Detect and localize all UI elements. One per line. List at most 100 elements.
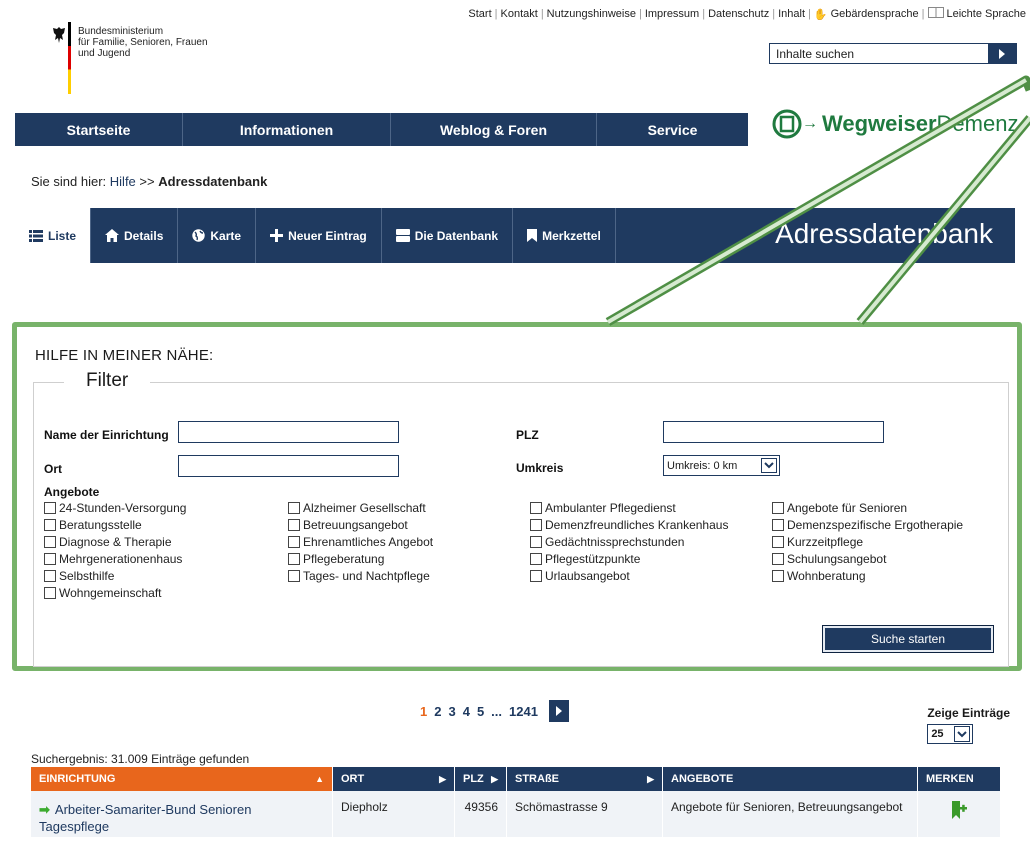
checkbox-pflegeberatung[interactable]: Pflegeberatung <box>288 552 384 566</box>
breadcrumb-link-hilfe[interactable]: Hilfe <box>110 174 136 189</box>
checkbox-demenzfreundliches-krankenhaus[interactable]: Demenzfreundliches Krankenhaus <box>530 518 728 532</box>
name-label: Name der Einrichtung <box>44 428 169 442</box>
checkbox-diagnose-therapie[interactable]: Diagnose & Therapie <box>44 535 172 549</box>
cell-strasse: Schömastrasse 9 <box>507 791 663 837</box>
checkbox-tages-und-nachtpflege[interactable]: Tages- und Nachtpflege <box>288 569 430 583</box>
page-4[interactable]: 4 <box>463 704 470 719</box>
tab-neuer-eintrag[interactable]: Neuer Eintrag <box>256 208 382 263</box>
sort-icon: ▶ <box>439 773 446 784</box>
bookmark-add-button[interactable] <box>918 791 1001 837</box>
topnav-impressum[interactable]: Impressum <box>645 8 699 20</box>
search-input[interactable] <box>770 44 988 63</box>
plus-icon <box>270 229 284 242</box>
home-icon <box>105 229 120 242</box>
per-page-label: Zeige Einträge <box>927 706 1010 720</box>
checkbox-24-stunden-versorgung[interactable]: 24-Stunden-Versorgung <box>44 501 186 515</box>
filter-panel: HILFE IN MEINER NÄHE: Filter Name der Ei… <box>12 322 1022 671</box>
nav-service[interactable]: Service <box>597 113 748 146</box>
topnav-datenschutz[interactable]: Datenschutz <box>708 8 769 20</box>
checkbox-ambulanter-pflegedienst[interactable]: Ambulanter Pflegedienst <box>530 501 676 515</box>
filter-fieldset: Filter Name der Einrichtung PLZ Ort Umkr… <box>33 370 1009 667</box>
results-table: EINRICHTUNG ▲ ORT ▶ PLZ ▶ STRAßE ▶ ANGEBOTE … <box>31 767 1001 837</box>
topnav-kontakt[interactable]: Kontakt <box>501 8 538 20</box>
nav-weblog-foren[interactable]: Weblog & Foren <box>391 113 597 146</box>
checkbox-beratungsstelle[interactable]: Beratungsstelle <box>44 518 142 532</box>
brand-name: WegweiserDemenz <box>822 111 1019 136</box>
column-strasse[interactable]: STRAßE ▶ <box>507 767 663 791</box>
chevron-down-icon <box>957 730 968 737</box>
page-ellipsis: ... <box>491 703 503 719</box>
checkbox-gedaechtnissprechstunden[interactable]: Gedächtnissprechstunden <box>530 535 684 549</box>
search-start-button[interactable]: Suche starten <box>822 625 994 653</box>
checkbox-selbsthilfe[interactable]: Selbsthilfe <box>44 569 114 583</box>
checkbox-kurzzeitpflege[interactable]: Kurzzeitpflege <box>772 535 863 549</box>
column-plz[interactable]: PLZ ▶ <box>455 767 507 791</box>
result-count: Suchergebnis: 31.009 Einträge gefunden <box>31 752 250 766</box>
database-icon <box>395 229 410 242</box>
list-icon <box>29 229 43 242</box>
search-submit-button[interactable] <box>988 44 1016 63</box>
checkbox-wohnberatung[interactable]: Wohnberatung <box>772 569 866 583</box>
wegweiser-demenz-logo[interactable]: → WegweiserDemenz <box>772 109 1018 139</box>
checkbox-urlaubsangebot[interactable]: Urlaubsangebot <box>530 569 630 583</box>
checkbox-mehrgenerationenhaus[interactable]: Mehrgenerationenhaus <box>44 552 182 566</box>
next-page-button[interactable] <box>548 700 569 722</box>
tab-die-datenbank[interactable]: Die Datenbank <box>382 208 514 263</box>
column-ort[interactable]: ORT ▶ <box>333 767 455 791</box>
per-page-select[interactable]: 25 <box>927 724 974 744</box>
play-arrow-icon <box>555 706 562 716</box>
brand-arrow-icon: → <box>802 115 818 132</box>
column-angebote: ANGEBOTE <box>663 767 918 791</box>
sort-icon: ▶ <box>647 773 654 784</box>
page-3[interactable]: 3 <box>448 704 455 719</box>
cell-plz: 49356 <box>455 791 507 837</box>
tab-details[interactable]: Details <box>91 208 179 263</box>
umkreis-select[interactable]: Umkreis: 0 km <box>663 455 780 476</box>
tab-merkzettel[interactable]: Merkzettel <box>513 208 616 263</box>
hand-sign-icon: ✋ <box>813 8 828 21</box>
page-1[interactable]: 1 <box>420 704 427 719</box>
plz-input[interactable] <box>663 421 884 443</box>
topnav-gebaerdensprache[interactable]: Gebärdensprache <box>831 8 919 20</box>
tab-karte[interactable]: Karte <box>178 208 257 263</box>
ministry-logo[interactable]: Bundesministerium für Familie, Senioren,… <box>52 22 242 94</box>
site-search <box>769 43 1017 64</box>
page-2[interactable]: 2 <box>434 704 441 719</box>
tab-liste[interactable]: Liste <box>15 208 92 263</box>
checkbox-demenzspezifische-ergotherapie[interactable]: Demenzspezifische Ergotherapie <box>772 518 963 532</box>
entry-name-link[interactable]: ➡ Arbeiter-Samariter-Bund Senioren Tagesp… <box>31 791 333 837</box>
page-5[interactable]: 5 <box>477 704 484 719</box>
topnav-leichte-sprache[interactable]: Leichte Sprache <box>947 8 1027 20</box>
umkreis-label: Umkreis <box>516 461 564 475</box>
name-input[interactable] <box>178 421 399 443</box>
checkbox-wohngemeinschaft[interactable]: Wohngemeinschaft <box>44 586 162 600</box>
checkbox-schulungsangebot[interactable]: Schulungsangebot <box>772 552 886 566</box>
bookmark-icon <box>527 229 538 242</box>
column-einrichtung[interactable]: EINRICHTUNG ▲ <box>31 767 333 791</box>
topnav-inhalt[interactable]: Inhalt <box>778 8 805 20</box>
nav-informationen[interactable]: Informationen <box>183 113 391 146</box>
nav-startseite[interactable]: Startseite <box>15 113 183 146</box>
cell-angebote: Angebote für Senioren, Betreuungsangebot <box>663 791 918 837</box>
column-merken: MERKEN <box>918 767 1001 791</box>
database-tabs: Liste Details Karte Neuer Eintrag Die Da… <box>15 208 1015 263</box>
chevron-down-icon <box>764 462 774 469</box>
topnav-nutzungshinweise[interactable]: Nutzungshinweise <box>547 8 636 20</box>
plz-label: PLZ <box>516 428 539 442</box>
globe-icon <box>192 229 206 242</box>
entries-per-page: Zeige Einträge 25 <box>927 706 1010 744</box>
checkbox-betreuungsangebot[interactable]: Betreuungsangebot <box>288 518 408 532</box>
breadcrumb: Sie sind hier: Hilfe >> Adressdatenbank <box>31 174 268 189</box>
checkbox-alzheimer-gesellschaft[interactable]: Alzheimer Gesellschaft <box>288 501 426 515</box>
ort-input[interactable] <box>178 455 399 477</box>
book-icon <box>927 7 944 21</box>
checkbox-pflegestuetzpunkte[interactable]: Pflegestützpunkte <box>530 552 640 566</box>
checkbox-angebote-fuer-senioren[interactable]: Angebote für Senioren <box>772 501 907 515</box>
sort-asc-icon: ▲ <box>315 774 324 784</box>
top-navigation: Start | Kontakt | Nutzungshinweise | Impres… <box>468 7 1026 21</box>
checkbox-ehrenamtliches-angebot[interactable]: Ehrenamtliches Angebot <box>288 535 433 549</box>
cell-ort: Diepholz <box>333 791 455 837</box>
topnav-start[interactable]: Start <box>468 8 491 20</box>
sort-icon: ▶ <box>491 773 498 784</box>
page-last[interactable]: 1241 <box>509 704 538 719</box>
